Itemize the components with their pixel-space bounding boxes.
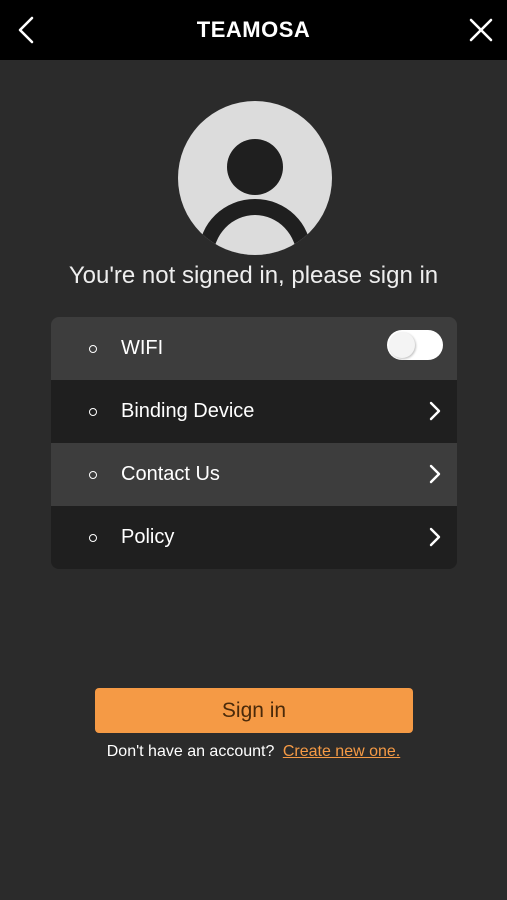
create-account-row: Don't have an account? Create new one.: [0, 743, 507, 767]
bullet-icon: [89, 471, 97, 479]
user-avatar-icon[interactable]: [178, 101, 332, 255]
app-title: TEAMOSA: [196, 17, 311, 42]
sign-in-prompt: You're not signed in, please sign in: [68, 262, 439, 289]
chevron-right-icon: [429, 464, 441, 484]
menu-item-label: Contact Us: [121, 463, 220, 485]
bullet-icon: [89, 408, 97, 416]
close-icon: [469, 18, 493, 42]
settings-menu: WIFI Binding Device Contact Us Policy: [51, 317, 457, 569]
title-bar: TEAMOSA: [0, 0, 507, 60]
bullet-icon: [89, 345, 97, 353]
sign-in-button[interactable]: Sign in: [95, 688, 413, 733]
toggle-knob: [389, 332, 415, 358]
menu-item-label: Binding Device: [121, 400, 255, 422]
no-account-text: Don't have an account?: [106, 743, 275, 760]
close-button[interactable]: [463, 12, 499, 48]
wifi-toggle[interactable]: [387, 330, 443, 360]
chevron-right-icon: [429, 401, 441, 421]
menu-item-policy[interactable]: Policy: [51, 506, 457, 569]
menu-item-contact-us[interactable]: Contact Us: [51, 443, 457, 506]
bullet-icon: [89, 534, 97, 542]
chevron-right-icon: [429, 527, 441, 547]
menu-item-binding-device[interactable]: Binding Device: [51, 380, 457, 443]
menu-item-label: WIFI: [121, 337, 164, 359]
create-account-link[interactable]: Create new one.: [283, 743, 400, 760]
menu-item-label: Policy: [121, 526, 175, 548]
menu-item-wifi[interactable]: WIFI: [51, 317, 457, 380]
